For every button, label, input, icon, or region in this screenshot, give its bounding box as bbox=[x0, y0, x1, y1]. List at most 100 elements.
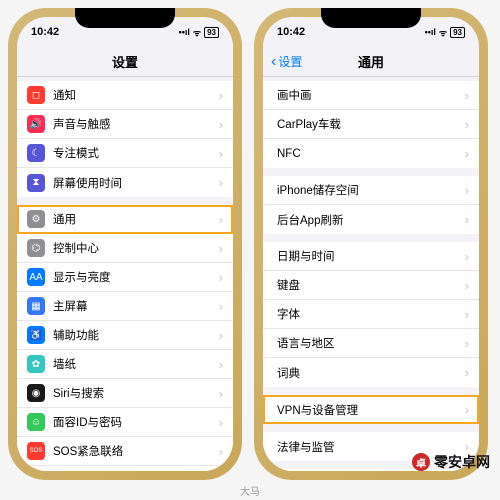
row-label: 后台App刷新 bbox=[277, 212, 465, 228]
chevron-right-icon: › bbox=[465, 88, 469, 103]
chevron-right-icon: › bbox=[465, 402, 469, 417]
caption: 大马 bbox=[240, 483, 260, 498]
page-title: 通用 bbox=[358, 52, 384, 71]
section: iPhone储存空间›后台App刷新› bbox=[263, 176, 479, 234]
list-item[interactable]: ⧗屏幕使用时间› bbox=[17, 168, 233, 197]
list-item[interactable]: ⌬控制中心› bbox=[17, 234, 233, 263]
settings-list[interactable]: ◻通知›🔊声音与触感›☾专注模式›⧗屏幕使用时间›⚙通用›⌬控制中心›AA显示与… bbox=[17, 77, 233, 471]
battery-icon: 93 bbox=[450, 27, 465, 38]
chevron-right-icon: › bbox=[219, 175, 223, 190]
row-label: 通用 bbox=[53, 211, 219, 227]
status-time: 10:42 bbox=[277, 26, 305, 38]
row-label: 字体 bbox=[277, 306, 465, 322]
row-label: 面容ID与密码 bbox=[53, 414, 219, 430]
chevron-right-icon: › bbox=[219, 88, 223, 103]
chevron-right-icon: › bbox=[219, 386, 223, 401]
list-item[interactable]: 语言与地区› bbox=[263, 329, 479, 358]
list-item[interactable]: ▦ 主屏幕› bbox=[17, 292, 233, 321]
list-item[interactable]: VPN与设备管理› bbox=[263, 395, 479, 424]
watermark-icon: 卓 bbox=[412, 453, 430, 471]
nav-bar: ‹ 设置 通用 bbox=[263, 47, 479, 77]
watermark: 卓 零安卓网 bbox=[412, 452, 490, 472]
chevron-right-icon: › bbox=[465, 365, 469, 380]
screen-general: 10:42 ••ıl ᯤ 93 ‹ 设置 通用 画中画›CarPlay车载›NF… bbox=[263, 17, 479, 471]
list-item[interactable]: 🔊 声音与触感› bbox=[17, 110, 233, 139]
list-item[interactable]: 画中画› bbox=[263, 81, 479, 110]
row-label: SOS紧急联络 bbox=[53, 443, 219, 459]
general-list[interactable]: 画中画›CarPlay车载›NFC›iPhone储存空间›后台App刷新›日期与… bbox=[263, 77, 479, 471]
row-label: 通知 bbox=[53, 87, 219, 103]
speaker-icon: 🔊 bbox=[27, 115, 45, 133]
chevron-right-icon: › bbox=[219, 299, 223, 314]
row-label: 主屏幕 bbox=[53, 298, 219, 314]
phone-left: 10:42 ••ıl ᯤ 93 设置 ◻通知›🔊声音与触感›☾专注模式›⧗屏幕使… bbox=[8, 8, 242, 480]
row-label: 画中画 bbox=[277, 87, 465, 103]
section: 日期与时间›键盘›字体›语言与地区›词典› bbox=[263, 242, 479, 387]
notch bbox=[321, 8, 421, 28]
chevron-right-icon: › bbox=[219, 212, 223, 227]
screen-settings: 10:42 ••ıl ᯤ 93 设置 ◻通知›🔊声音与触感›☾专注模式›⧗屏幕使… bbox=[17, 17, 233, 471]
sos-icon: SOS bbox=[27, 442, 45, 460]
row-label: VPN与设备管理 bbox=[277, 402, 465, 418]
row-label: CarPlay车载 bbox=[277, 116, 465, 132]
list-item[interactable]: 词典› bbox=[263, 358, 479, 387]
nav-bar: 设置 bbox=[17, 47, 233, 77]
list-item[interactable]: ◻ 通知› bbox=[17, 81, 233, 110]
row-label: 显示与亮度 bbox=[53, 269, 219, 285]
list-item[interactable]: ◉Siri与搜索› bbox=[17, 379, 233, 408]
row-label: Siri与搜索 bbox=[53, 385, 219, 401]
chevron-right-icon: › bbox=[465, 146, 469, 161]
section: VPN与设备管理› bbox=[263, 395, 479, 424]
list-item[interactable]: CarPlay车载› bbox=[263, 110, 479, 139]
chevron-right-icon: › bbox=[465, 249, 469, 264]
chevron-right-icon: › bbox=[465, 117, 469, 132]
notch bbox=[75, 8, 175, 28]
chevron-right-icon: › bbox=[465, 183, 469, 198]
signal-icon: ••ıl bbox=[425, 27, 436, 37]
list-item[interactable]: ☾专注模式› bbox=[17, 139, 233, 168]
flower-icon: ✿ bbox=[27, 355, 45, 373]
list-item[interactable]: ✿墙纸› bbox=[17, 350, 233, 379]
page-title: 设置 bbox=[112, 52, 138, 71]
list-item[interactable]: 键盘› bbox=[263, 271, 479, 300]
chevron-right-icon: › bbox=[219, 241, 223, 256]
section: 画中画›CarPlay车载›NFC› bbox=[263, 81, 479, 168]
back-button[interactable]: ‹ 设置 bbox=[271, 53, 302, 70]
row-label: 辅助功能 bbox=[53, 327, 219, 343]
chevron-right-icon: › bbox=[219, 146, 223, 161]
status-right: ••ıl ᯤ 93 bbox=[425, 26, 465, 39]
chevron-right-icon: › bbox=[219, 444, 223, 459]
list-item[interactable]: SOS SOS紧急联络› bbox=[17, 437, 233, 466]
row-label: 键盘 bbox=[277, 277, 465, 293]
text-icon: AA bbox=[27, 268, 45, 286]
chevron-right-icon: › bbox=[465, 336, 469, 351]
list-item[interactable]: NFC› bbox=[263, 139, 479, 168]
list-item[interactable]: ⚙通用› bbox=[17, 205, 233, 234]
chevron-right-icon: › bbox=[219, 117, 223, 132]
list-item[interactable]: ☺面容ID与密码› bbox=[17, 408, 233, 437]
chevron-right-icon: › bbox=[465, 212, 469, 227]
list-item[interactable]: 字体› bbox=[263, 300, 479, 329]
list-item[interactable]: 日期与时间› bbox=[263, 242, 479, 271]
list-item[interactable]: iPhone储存空间› bbox=[263, 176, 479, 205]
phone-right: 10:42 ••ıl ᯤ 93 ‹ 设置 通用 画中画›CarPlay车载›NF… bbox=[254, 8, 488, 480]
chevron-right-icon: › bbox=[465, 278, 469, 293]
status-right: ••ıl ᯤ 93 bbox=[179, 26, 219, 39]
chevron-right-icon: › bbox=[219, 357, 223, 372]
battery-icon: 93 bbox=[204, 27, 219, 38]
bell-icon: ◻ bbox=[27, 86, 45, 104]
wifi-icon: ᯤ bbox=[439, 26, 447, 39]
list-item[interactable]: ♿辅助功能› bbox=[17, 321, 233, 350]
list-item[interactable]: ✱暴露通知› bbox=[17, 466, 233, 471]
list-item[interactable]: AA显示与亮度› bbox=[17, 263, 233, 292]
list-item[interactable]: 后台App刷新› bbox=[263, 205, 479, 234]
row-label: 语言与地区 bbox=[277, 335, 465, 351]
chevron-right-icon: › bbox=[219, 328, 223, 343]
row-label: NFC bbox=[277, 148, 465, 160]
back-label: 设置 bbox=[278, 53, 302, 70]
section: ⚙通用›⌬控制中心›AA显示与亮度›▦主屏幕›♿辅助功能›✿墙纸›◉Siri与搜… bbox=[17, 205, 233, 471]
chevron-left-icon: ‹ bbox=[271, 54, 276, 70]
grid-icon: ▦ bbox=[27, 297, 45, 315]
section: ◻通知›🔊声音与触感›☾专注模式›⧗屏幕使用时间› bbox=[17, 81, 233, 197]
row-label: 声音与触感 bbox=[53, 116, 219, 132]
